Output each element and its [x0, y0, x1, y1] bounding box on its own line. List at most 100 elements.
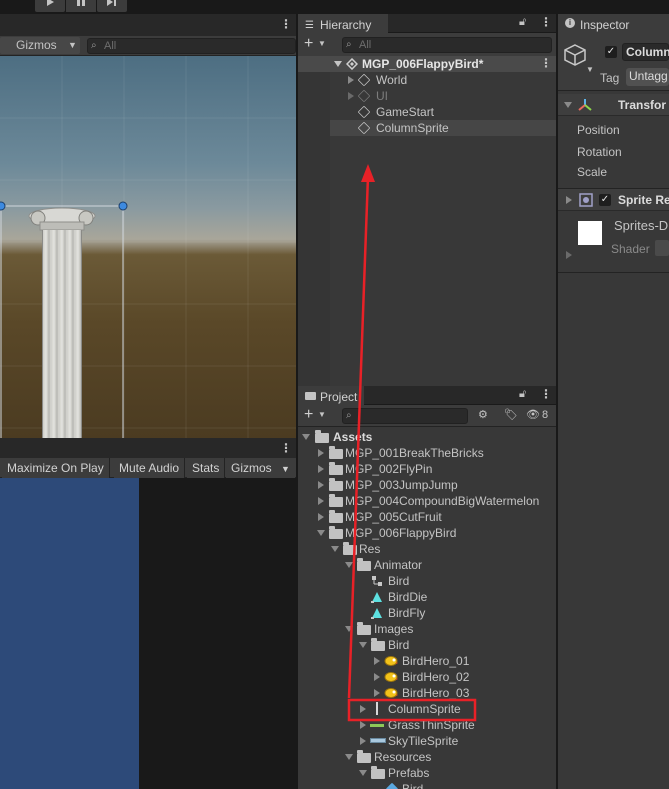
- tree-item-folder[interactable]: Res: [298, 541, 556, 557]
- hierarchy-item-gamestart[interactable]: GameStart: [330, 104, 556, 120]
- expand-arrow-icon[interactable]: [348, 76, 354, 84]
- game-viewport[interactable]: [0, 478, 139, 789]
- more-icon[interactable]: ⋮: [540, 15, 552, 29]
- tree-item-sprite[interactable]: BirdHero_02: [298, 669, 556, 685]
- stats-toggle[interactable]: Stats: [187, 458, 226, 478]
- expand-arrow-icon[interactable]: [374, 657, 380, 665]
- step-button[interactable]: [97, 0, 127, 12]
- chevron-down-icon[interactable]: ▼: [318, 410, 326, 419]
- expand-arrow-icon[interactable]: [318, 513, 324, 521]
- tree-item-folder[interactable]: Animator: [298, 557, 556, 573]
- tag-dropdown[interactable]: Untagg: [626, 68, 669, 86]
- tree-item-sprite[interactable]: GrassThinSprite: [298, 717, 556, 733]
- tree-item-folder[interactable]: Bird: [298, 637, 556, 653]
- project-search-input[interactable]: ⌕: [342, 408, 468, 424]
- tab-inspector[interactable]: i Inspector: [558, 14, 669, 33]
- expand-arrow-icon[interactable]: [374, 673, 380, 681]
- tree-item-folder[interactable]: MGP_001BreakTheBricks: [298, 445, 556, 461]
- collapse-arrow-icon[interactable]: [345, 626, 353, 632]
- expand-arrow-icon[interactable]: [318, 497, 324, 505]
- add-icon[interactable]: +: [304, 406, 313, 424]
- filter-by-type-icon[interactable]: ⚙: [478, 408, 488, 421]
- tree-item-folder[interactable]: MGP_004CompoundBigWatermelon: [298, 493, 556, 509]
- expand-arrow-icon[interactable]: [566, 196, 572, 204]
- gizmos-dropdown[interactable]: Gizmos ▼: [0, 37, 80, 54]
- tree-item-folder[interactable]: Prefabs: [298, 765, 556, 781]
- tree-item-folder[interactable]: MGP_002FlyPin: [298, 461, 556, 477]
- tab-project[interactable]: Project: [298, 386, 364, 405]
- expand-arrow-icon[interactable]: [334, 61, 342, 67]
- collapse-arrow-icon[interactable]: [302, 434, 310, 440]
- expand-arrow-icon[interactable]: [566, 251, 572, 259]
- tree-item-sprite[interactable]: SkyTileSprite: [298, 733, 556, 749]
- hidden-packages-icon[interactable]: 👁︎: [526, 408, 540, 421]
- hierarchy-item-world[interactable]: World: [330, 72, 556, 88]
- tree-item-folder[interactable]: Images: [298, 621, 556, 637]
- maximize-on-play-toggle[interactable]: Maximize On Play: [2, 458, 110, 478]
- tree-item-prefab[interactable]: Bird: [298, 781, 556, 789]
- scene-search-input[interactable]: ⌕ All: [87, 38, 296, 54]
- more-icon[interactable]: ⋮: [280, 17, 292, 31]
- tree-item-sprite-columnsprite[interactable]: ColumnSprite: [298, 701, 556, 717]
- game-gizmos-toggle[interactable]: Gizmos: [226, 458, 278, 478]
- collapse-arrow-icon[interactable]: [345, 754, 353, 760]
- expand-arrow-icon[interactable]: [318, 481, 324, 489]
- divider: [558, 272, 669, 273]
- hierarchy-search-input[interactable]: ⌕ All: [342, 37, 552, 53]
- more-icon[interactable]: ⋮: [540, 56, 552, 70]
- collapse-arrow-icon[interactable]: [331, 546, 339, 552]
- active-checkbox[interactable]: ✓: [605, 46, 617, 58]
- chevron-down-icon[interactable]: ▼: [318, 39, 326, 48]
- project-tab-label: Project: [320, 390, 358, 404]
- game-gizmos-dropdown[interactable]: ▼: [276, 458, 295, 478]
- expand-arrow-icon[interactable]: [360, 737, 366, 745]
- hierarchy-item-ui[interactable]: UI: [330, 88, 556, 104]
- collapse-arrow-icon[interactable]: [317, 530, 325, 536]
- object-name-field[interactable]: Column: [622, 43, 669, 61]
- mute-audio-toggle[interactable]: Mute Audio: [114, 458, 186, 478]
- folder-icon: [305, 392, 316, 400]
- rotation-label: Rotation: [577, 145, 622, 159]
- collapse-arrow-icon[interactable]: [564, 102, 572, 108]
- chevron-down-icon[interactable]: ▼: [586, 65, 594, 74]
- tree-item-folder[interactable]: MGP_003JumpJump: [298, 477, 556, 493]
- sprite-renderer-enabled-checkbox[interactable]: ✓: [599, 194, 611, 206]
- sprite-renderer-header[interactable]: ✓ Sprite Re: [558, 189, 669, 211]
- tree-item-folder[interactable]: Resources: [298, 749, 556, 765]
- collapse-arrow-icon[interactable]: [359, 642, 367, 648]
- expand-arrow-icon[interactable]: [348, 92, 354, 100]
- filter-by-label-icon[interactable]: 🏷︎: [504, 408, 518, 421]
- tree-item-folder[interactable]: MGP_005CutFruit: [298, 509, 556, 525]
- tree-item-assets[interactable]: Assets: [298, 429, 556, 445]
- tree-item-animator-controller[interactable]: Bird: [298, 573, 556, 589]
- expand-arrow-icon[interactable]: [318, 449, 324, 457]
- collapse-arrow-icon[interactable]: [359, 770, 367, 776]
- lock-icon[interactable]: 🔓︎: [519, 388, 526, 401]
- expand-arrow-icon[interactable]: [318, 465, 324, 473]
- expand-arrow-icon[interactable]: [360, 705, 366, 713]
- hierarchy-item-columnsprite[interactable]: ColumnSprite: [330, 120, 556, 136]
- hierarchy-scene-row[interactable]: MGP_006FlappyBird* ⋮: [298, 56, 556, 72]
- expand-arrow-icon[interactable]: [374, 689, 380, 697]
- lock-icon[interactable]: 🔓︎: [519, 16, 526, 29]
- tree-item-sprite[interactable]: BirdHero_01: [298, 653, 556, 669]
- transform-header[interactable]: Transfor: [558, 94, 669, 116]
- add-icon[interactable]: +: [304, 35, 313, 53]
- more-icon[interactable]: ⋮: [280, 441, 292, 455]
- bird-sprite-icon: [384, 688, 398, 698]
- tree-item-animation-clip[interactable]: BirdDie: [298, 589, 556, 605]
- tree-item-folder[interactable]: MGP_006FlappyBird: [298, 525, 556, 541]
- hierarchy-tab-icon: ☰: [305, 20, 314, 31]
- search-icon: ⌕: [346, 39, 352, 50]
- scene-viewport[interactable]: [0, 56, 296, 438]
- tag-label: Tag: [600, 71, 620, 85]
- shader-dropdown[interactable]: [655, 240, 669, 256]
- tree-item-sprite[interactable]: BirdHero_03: [298, 685, 556, 701]
- more-icon[interactable]: ⋮: [540, 387, 552, 401]
- expand-arrow-icon[interactable]: [360, 721, 366, 729]
- tab-hierarchy[interactable]: ☰ Hierarchy: [298, 14, 388, 33]
- play-button[interactable]: [35, 0, 65, 12]
- tree-item-animation-clip[interactable]: BirdFly: [298, 605, 556, 621]
- pause-button[interactable]: [66, 0, 96, 12]
- collapse-arrow-icon[interactable]: [345, 562, 353, 568]
